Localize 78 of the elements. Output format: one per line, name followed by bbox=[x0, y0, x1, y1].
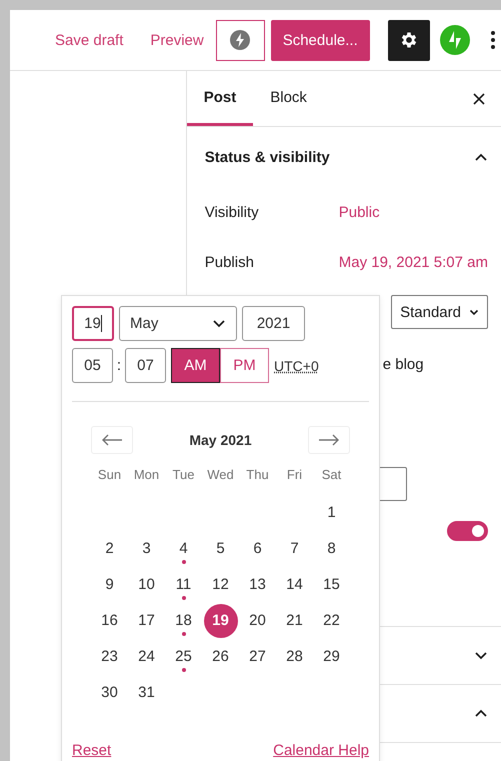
next-month-button[interactable] bbox=[308, 426, 350, 454]
calendar-day[interactable]: 23 bbox=[92, 640, 126, 674]
schedule-button[interactable]: Schedule... bbox=[270, 20, 370, 60]
calendar-day[interactable]: 10 bbox=[130, 568, 164, 602]
calendar-day[interactable]: 2 bbox=[92, 532, 126, 566]
calendar-day[interactable]: 4 bbox=[166, 532, 200, 566]
calendar-day[interactable]: 7 bbox=[278, 532, 312, 566]
field-label: Visibility bbox=[204, 204, 260, 220]
calendar-day[interactable]: 9 bbox=[92, 568, 126, 602]
calendar-day[interactable]: 19 bbox=[204, 604, 238, 638]
chevron-icon[interactable] bbox=[474, 651, 488, 660]
chevron-down-icon bbox=[469, 308, 479, 316]
calendar-help-link[interactable]: Calendar Help bbox=[273, 742, 369, 759]
field-label: Publish bbox=[204, 254, 255, 270]
calendar-day[interactable]: 22 bbox=[314, 604, 348, 638]
weekday-label: Wed bbox=[206, 466, 235, 484]
minute-field[interactable]: 07 bbox=[125, 348, 166, 383]
arrow-left-icon bbox=[101, 434, 123, 446]
calendar-day[interactable]: 25 bbox=[166, 640, 200, 674]
calendar-day[interactable]: 17 bbox=[130, 604, 164, 638]
timezone-label: UTC+0 bbox=[274, 358, 319, 374]
previous-month-button[interactable] bbox=[91, 426, 133, 454]
chevron-icon[interactable] bbox=[474, 709, 488, 718]
year-field[interactable]: 2021 bbox=[242, 306, 305, 341]
calendar-day[interactable]: 16 bbox=[92, 604, 126, 638]
calendar-day[interactable]: 20 bbox=[240, 604, 274, 638]
close-icon[interactable] bbox=[472, 92, 486, 106]
weekday-label: Fri bbox=[286, 466, 304, 484]
calendar-day[interactable]: 14 bbox=[278, 568, 312, 602]
save-draft-link[interactable]: Save draft bbox=[55, 32, 124, 48]
month-title: May 2021 bbox=[189, 432, 252, 448]
sidebar-tab[interactable]: Block bbox=[253, 71, 324, 126]
calendar-day[interactable]: 27 bbox=[240, 640, 274, 674]
calendar-day[interactable]: 12 bbox=[204, 568, 238, 602]
time-separator: : bbox=[116, 357, 122, 374]
calendar-day[interactable]: 28 bbox=[278, 640, 312, 674]
calendar-day[interactable]: 30 bbox=[92, 676, 126, 710]
calendar-day[interactable]: 15 bbox=[314, 568, 348, 602]
preview-link[interactable]: Preview bbox=[150, 32, 204, 48]
field-value-link[interactable]: Public bbox=[338, 204, 380, 220]
calendar-day[interactable]: 11 bbox=[166, 568, 200, 602]
calendar-day[interactable]: 21 bbox=[278, 604, 312, 638]
calendar-day[interactable]: 26 bbox=[204, 640, 238, 674]
lightning-button[interactable] bbox=[216, 20, 265, 60]
lightning-logo-icon[interactable] bbox=[440, 25, 470, 55]
meridiem-button[interactable]: AM bbox=[171, 348, 220, 383]
hour-field[interactable]: 05 bbox=[72, 348, 113, 383]
month-select[interactable]: May bbox=[119, 306, 237, 341]
lightning-icon bbox=[230, 30, 250, 50]
calendar-day[interactable]: 6 bbox=[240, 532, 274, 566]
format-select[interactable]: Standard bbox=[391, 295, 488, 329]
weekday-label: Tue bbox=[172, 466, 196, 484]
chevron-down-icon bbox=[212, 319, 226, 328]
more-options-icon[interactable] bbox=[490, 30, 496, 50]
calendar-day[interactable]: 18 bbox=[166, 604, 200, 638]
calendar-day[interactable]: 29 bbox=[314, 640, 348, 674]
calendar-day[interactable]: 1 bbox=[314, 496, 348, 530]
checkbox-label: e blog bbox=[382, 356, 424, 372]
day-field[interactable]: 19 bbox=[72, 306, 114, 341]
reset-link[interactable]: Reset bbox=[72, 742, 112, 759]
calendar-day[interactable]: 24 bbox=[130, 640, 164, 674]
weekday-label: Mon bbox=[132, 466, 160, 484]
settings-button[interactable] bbox=[388, 20, 430, 60]
meridiem-button[interactable]: PM bbox=[220, 348, 269, 383]
calendar-day[interactable]: 5 bbox=[204, 532, 238, 566]
panel-title[interactable]: Status & visibility bbox=[204, 148, 330, 166]
calendar-day[interactable]: 8 bbox=[314, 532, 348, 566]
toggle-switch[interactable] bbox=[447, 521, 488, 541]
weekday-label: Sun bbox=[96, 466, 122, 484]
calendar-day[interactable]: 3 bbox=[130, 532, 164, 566]
field-value-link[interactable]: May 19, 2021 5:07 am bbox=[338, 254, 488, 270]
arrow-right-icon bbox=[318, 434, 340, 446]
chevron-icon[interactable] bbox=[474, 152, 488, 162]
weekday-label: Thu bbox=[245, 466, 270, 484]
calendar-day[interactable]: 13 bbox=[240, 568, 274, 602]
weekday-label: Sat bbox=[320, 466, 342, 484]
sidebar-tab[interactable]: Post bbox=[186, 71, 254, 126]
calendar-day[interactable]: 31 bbox=[130, 676, 164, 710]
